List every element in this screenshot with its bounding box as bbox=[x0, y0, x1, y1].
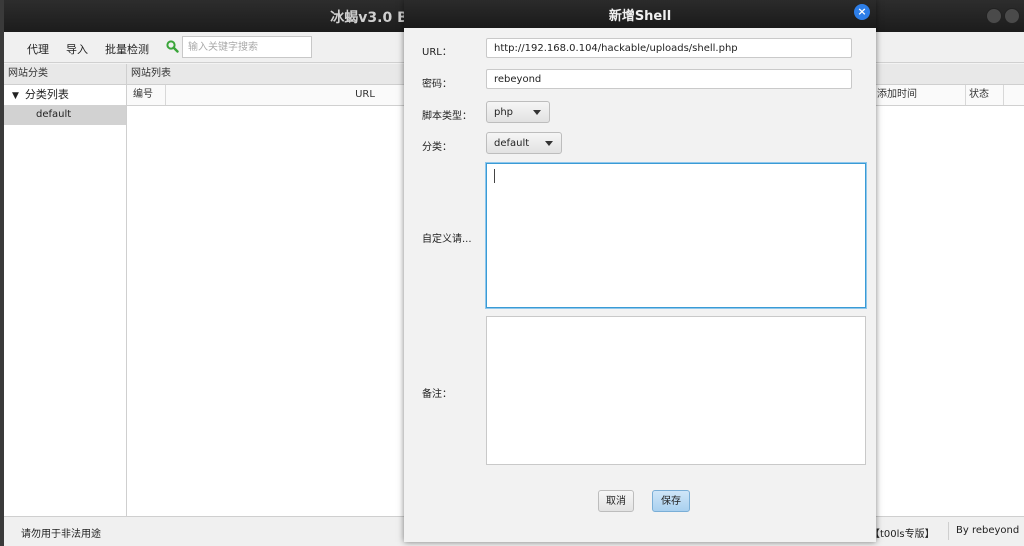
custom-request-label: 自定义请... bbox=[422, 234, 472, 245]
close-window-button[interactable] bbox=[1004, 8, 1020, 24]
column-status[interactable]: 状态 bbox=[965, 85, 1004, 105]
dialog-titlebar[interactable]: 新增Shell × bbox=[404, 0, 876, 28]
add-shell-dialog: 新增Shell × URL： http://192.168.0.104/hack… bbox=[404, 0, 876, 542]
status-author: By rebeyond bbox=[956, 525, 1020, 536]
column-id[interactable]: 编号 bbox=[127, 85, 166, 105]
search-input[interactable] bbox=[182, 36, 312, 58]
save-button[interactable]: 保存 bbox=[652, 490, 690, 512]
password-label: 密码： bbox=[422, 79, 452, 90]
sidebar-header: 网站分类 bbox=[4, 64, 126, 85]
script-type-value: php bbox=[494, 107, 514, 118]
import-menu[interactable]: 导入 bbox=[66, 41, 88, 57]
minimize-button[interactable] bbox=[986, 8, 1002, 24]
batch-check-menu[interactable]: 批量检测 bbox=[105, 41, 149, 57]
url-field[interactable]: http://192.168.0.104/hackable/uploads/sh… bbox=[486, 38, 852, 58]
password-field[interactable]: rebeyond bbox=[486, 69, 852, 89]
search-icon bbox=[166, 40, 179, 53]
script-type-label: 脚本类型： bbox=[422, 111, 472, 122]
category-item-default[interactable]: default bbox=[4, 105, 126, 125]
category-label: 分类： bbox=[422, 142, 452, 153]
category-tree-root[interactable]: ▼ 分类列表 bbox=[4, 85, 126, 105]
url-label: URL： bbox=[422, 47, 452, 58]
chevron-down-icon bbox=[545, 141, 553, 146]
status-divider bbox=[948, 522, 949, 540]
dialog-close-icon[interactable]: × bbox=[854, 4, 870, 20]
proxy-menu[interactable]: 代理 bbox=[27, 41, 49, 57]
text-cursor bbox=[494, 169, 495, 183]
chevron-down-icon bbox=[533, 110, 541, 115]
expand-arrow-icon[interactable]: ▼ bbox=[12, 86, 19, 106]
category-select[interactable]: default bbox=[486, 132, 562, 154]
status-warning: 请勿用于非法用途 bbox=[21, 529, 101, 540]
custom-request-textarea[interactable] bbox=[486, 163, 866, 308]
category-value: default bbox=[494, 138, 530, 149]
cancel-button[interactable]: 取消 bbox=[598, 490, 634, 512]
column-add-time[interactable]: 添加时间 bbox=[875, 85, 966, 105]
category-tree-root-label: 分类列表 bbox=[24, 88, 69, 101]
note-textarea[interactable] bbox=[486, 316, 866, 465]
category-sidebar: 网站分类 ▼ 分类列表 default bbox=[4, 64, 127, 516]
status-edition: 【t00ls专版】 bbox=[870, 529, 935, 540]
script-type-select[interactable]: php bbox=[486, 101, 550, 123]
dialog-title: 新增Shell bbox=[608, 9, 672, 24]
note-label: 备注： bbox=[422, 389, 452, 400]
